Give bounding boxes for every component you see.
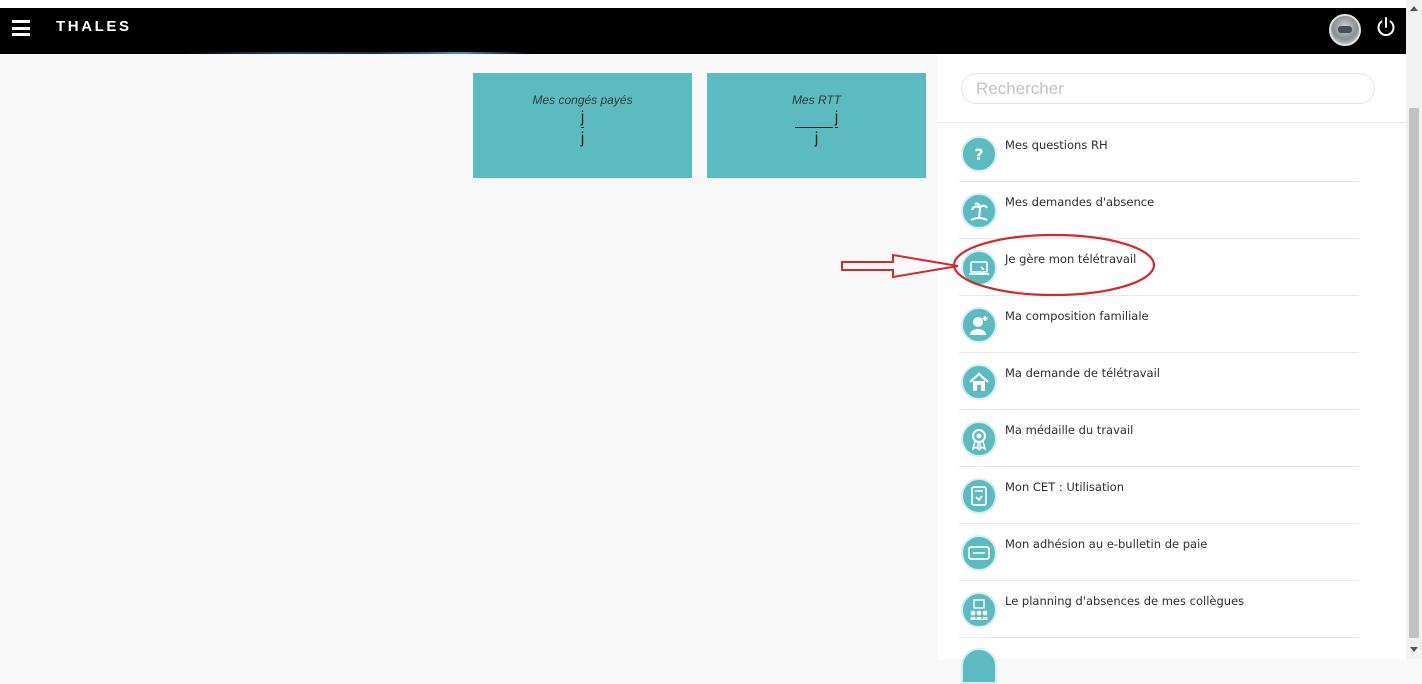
next-menu-item-icon [961, 648, 997, 684]
tile-conges-payes[interactable]: Mes congés payés j j [473, 73, 692, 178]
page-scrollbar[interactable] [1406, 0, 1422, 659]
thales-logo: THALES [56, 18, 132, 35]
menu-item-medaille-travail[interactable]: Ma médaille du travail [959, 410, 1359, 467]
svg-text:?: ? [974, 145, 983, 164]
tile-rtt[interactable]: Mes RTT j j [707, 73, 926, 178]
menu-item-label: Je gère mon télétravail [1005, 252, 1137, 266]
menu-item-label: Ma médaille du travail [1005, 423, 1134, 437]
menu-item-label: Mes questions RH [1005, 138, 1108, 152]
family-icon [961, 307, 997, 343]
menu-item-label: Mon adhésion au e-bulletin de paie [1005, 537, 1208, 551]
beach-icon [961, 193, 997, 229]
tile-value-remaining: j [580, 130, 585, 147]
menu-item-composition-familiale[interactable]: Ma composition familiale [959, 296, 1359, 353]
house-icon [961, 364, 997, 400]
menu-item-gere-teletravail[interactable]: Je gère mon télétravail [959, 239, 1359, 296]
top-bar: THALES [0, 0, 1406, 54]
search-input[interactable] [961, 73, 1375, 104]
medal-icon [961, 421, 997, 457]
menu-item-e-bulletin[interactable]: Mon adhésion au e-bulletin de paie [959, 524, 1359, 581]
user-avatar[interactable] [1329, 14, 1361, 46]
divider [937, 122, 1406, 123]
question-icon: ? [961, 136, 997, 172]
side-panel: ? Mes questions RH Mes demandes d'absenc… [937, 54, 1406, 684]
tile-title: Mes congés payés [532, 93, 633, 107]
menu-item-label: Ma demande de télétravail [1005, 366, 1160, 380]
menu-item-cet-utilisation[interactable]: Mon CET : Utilisation [959, 467, 1359, 524]
menu-item-demandes-absence[interactable]: Mes demandes d'absence [959, 182, 1359, 239]
header-stripe [185, 52, 530, 54]
menu-item-label: Le planning d'absences de mes collègues [1005, 594, 1245, 608]
laptop-icon [961, 250, 997, 286]
menu-item-planning-absences[interactable]: Le planning d'absences de mes collègues [959, 581, 1359, 638]
tablet-icon [961, 478, 997, 514]
menu-item-label: Ma composition familiale [1005, 309, 1149, 323]
scroll-up-icon[interactable] [1410, 6, 1418, 11]
menu-item-demande-teletravail[interactable]: Ma demande de télétravail [959, 353, 1359, 410]
menu-item-label: Mon CET : Utilisation [1005, 480, 1124, 494]
monitor-icon [961, 535, 997, 571]
tile-value-acquired: j [580, 109, 585, 128]
team-calendar-icon [961, 592, 997, 628]
tile-title: Mes RTT [791, 93, 842, 107]
tile-underline [794, 127, 833, 128]
power-icon[interactable] [1374, 15, 1398, 39]
tile-value-remaining: j [814, 130, 819, 147]
menu-item-label: Mes demandes d'absence [1005, 195, 1155, 209]
scroll-thumb[interactable] [1409, 108, 1419, 638]
tile-value-acquired: j [834, 109, 839, 128]
hamburger-menu-icon[interactable] [12, 20, 30, 36]
scroll-down-icon[interactable] [1410, 647, 1418, 652]
menu-item-questions-rh[interactable]: ? Mes questions RH [959, 125, 1359, 182]
